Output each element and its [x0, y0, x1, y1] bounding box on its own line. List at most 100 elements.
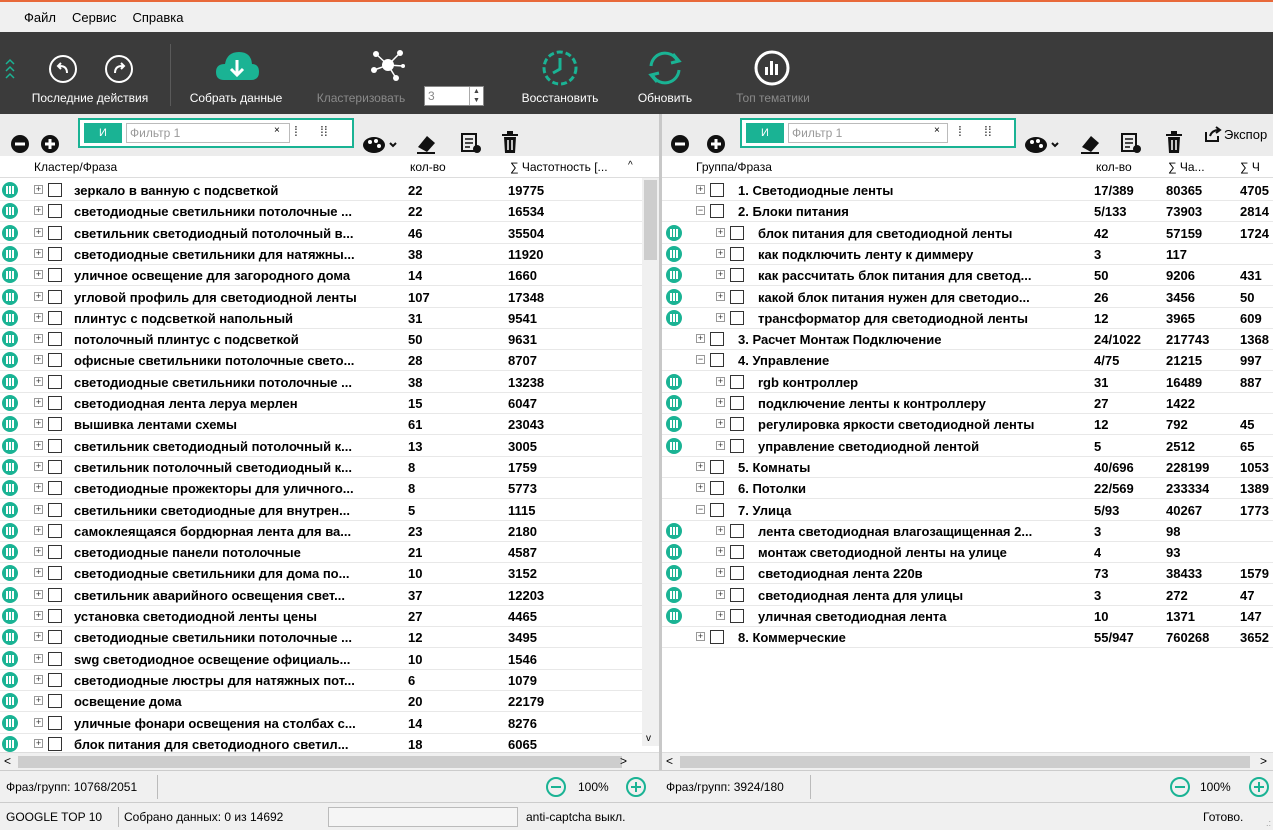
phrase-row[interactable]: + как подключить ленту к диммеру 3 117	[662, 244, 1273, 265]
table-row[interactable]: + уличные фонари освещения на столбах с..…	[0, 713, 659, 734]
collapse-chevrons-icon[interactable]	[4, 56, 16, 86]
row-checkbox[interactable]	[48, 715, 62, 730]
split-filter-icon[interactable]: ⁞	[294, 123, 298, 139]
expand-node-icon[interactable]: +	[34, 589, 43, 599]
export-button[interactable]: Экспор	[1200, 126, 1273, 146]
table-row[interactable]: + светодиодная лента леруа мерлен 15 6047	[0, 393, 659, 414]
group-row[interactable]: − 7. Улица 5/93 40267 1773	[662, 500, 1273, 521]
row-checkbox[interactable]	[48, 694, 62, 709]
left-filter-input[interactable]: Фильтр 1	[126, 123, 290, 143]
row-checkbox[interactable]	[730, 566, 744, 581]
expand-node-icon[interactable]: +	[716, 398, 725, 407]
row-checkbox[interactable]	[48, 609, 62, 623]
row-checkbox[interactable]	[48, 310, 62, 325]
row-checkbox[interactable]	[710, 332, 724, 347]
top-themes-button[interactable]: Топ тематики	[718, 32, 828, 114]
row-checkbox[interactable]	[48, 566, 62, 581]
expand-node-icon[interactable]: +	[34, 525, 43, 535]
expand-node-icon[interactable]: +	[34, 185, 43, 194]
group-row[interactable]: +8. Коммерческие 55/947 760268 3652	[662, 627, 1273, 649]
table-row[interactable]: + зеркало в ванную с подсветкой 22 19775	[0, 180, 659, 201]
cluster-stats-icon[interactable]	[2, 458, 18, 475]
cluster-stats-icon[interactable]	[2, 735, 18, 752]
cluster-stats-icon[interactable]	[2, 288, 18, 305]
expand-node-icon[interactable]: +	[34, 653, 43, 663]
cluster-stats-icon[interactable]	[2, 245, 18, 262]
group-stats-icon[interactable]	[666, 586, 682, 603]
table-row[interactable]: + плинтус с подсветкой напольный 31 9541	[0, 308, 659, 329]
col-extra-right[interactable]: ∑ Ч	[1240, 160, 1260, 174]
expand-node-icon[interactable]: +	[716, 547, 725, 557]
right-horizontal-scrollbar[interactable]: < >	[662, 752, 1273, 770]
expand-node-icon[interactable]: +	[34, 483, 43, 493]
table-row[interactable]: + потолочный плинтус с подсветкой 50 9631	[0, 329, 659, 351]
expand-node-icon[interactable]: +	[34, 461, 43, 471]
row-checkbox[interactable]	[48, 332, 62, 347]
left-vertical-scrollbar[interactable]: v	[642, 178, 659, 746]
expand-node-icon[interactable]: +	[34, 440, 43, 450]
row-checkbox[interactable]	[48, 672, 62, 687]
split-filter-icon-right[interactable]: ⁞	[958, 123, 962, 139]
row-checkbox[interactable]	[710, 353, 724, 368]
expand-node-icon[interactable]: +	[34, 419, 43, 429]
phrase-row[interactable]: + управление светодиодной лентой 5 2512 65	[662, 436, 1273, 457]
table-row[interactable]: + светодиодные прожекторы для уличного...…	[0, 478, 659, 500]
expand-node-icon[interactable]: +	[34, 227, 43, 237]
table-row[interactable]: + светильник светодиодный потолочный к...…	[0, 436, 659, 457]
left-hscroll-thumb[interactable]	[18, 756, 622, 768]
expand-node-icon[interactable]: +	[716, 227, 725, 237]
expand-node-icon[interactable]: +	[696, 334, 705, 344]
row-checkbox[interactable]	[710, 183, 724, 197]
row-checkbox[interactable]	[48, 268, 62, 283]
expand-node-icon[interactable]: +	[34, 547, 43, 557]
expand-node-icon[interactable]: +	[716, 270, 725, 280]
phrase-row[interactable]: + подключение ленты к контроллеру 27 1422	[662, 393, 1273, 414]
expand-node-icon[interactable]: +	[716, 291, 725, 301]
row-checkbox[interactable]	[710, 204, 724, 219]
refresh-button[interactable]: Обновить	[620, 32, 710, 114]
scroll-left-icon-right[interactable]: <	[666, 754, 673, 768]
expand-node-icon[interactable]: +	[34, 504, 43, 514]
cluster-stats-icon[interactable]	[2, 522, 18, 539]
right-hscroll-thumb[interactable]	[680, 756, 1250, 768]
phrase-row[interactable]: + как рассчитать блок питания для светод.…	[662, 265, 1273, 287]
phrase-row[interactable]: + лента светодиодная влагозащищенная 2...…	[662, 521, 1273, 542]
cluster-stats-icon[interactable]	[2, 182, 18, 198]
cluster-stats-icon[interactable]	[2, 331, 18, 348]
col-frequency[interactable]: ∑ Частотность [...	[510, 160, 608, 174]
row-checkbox[interactable]	[48, 353, 62, 368]
row-checkbox[interactable]	[48, 502, 62, 517]
resize-grip-icon[interactable]: .:	[1266, 818, 1271, 828]
expand-node-icon[interactable]: +	[34, 334, 43, 344]
clear-filter-icon-right[interactable]: ×	[934, 125, 940, 136]
cluster-stats-icon[interactable]	[2, 224, 18, 241]
row-checkbox[interactable]	[48, 246, 62, 261]
expand-node-icon[interactable]: +	[34, 376, 43, 386]
cluster-stats-icon[interactable]	[2, 416, 18, 433]
expand-node-icon[interactable]: +	[716, 419, 725, 429]
row-checkbox[interactable]	[730, 587, 744, 602]
expand-node-icon[interactable]: +	[716, 589, 725, 599]
row-checkbox[interactable]	[48, 736, 62, 751]
menu-file[interactable]: Файл	[24, 10, 56, 25]
row-checkbox[interactable]	[48, 289, 62, 304]
expand-node-icon[interactable]: +	[34, 312, 43, 322]
expand-node-icon[interactable]: +	[716, 312, 725, 322]
cluster-stats-icon[interactable]	[2, 671, 18, 688]
cluster-stats-icon[interactable]	[2, 373, 18, 390]
cluster-stats-icon[interactable]	[2, 650, 18, 667]
col-frequency-right[interactable]: ∑ Ча...	[1168, 160, 1205, 174]
row-checkbox[interactable]	[730, 289, 744, 304]
cluster-stats-icon[interactable]	[2, 544, 18, 561]
restore-button[interactable]: Восстановить	[500, 32, 620, 114]
group-stats-icon[interactable]	[666, 544, 682, 561]
table-row[interactable]: + светодиодные светильники потолочные ...…	[0, 372, 659, 393]
zoom-in-icon-right[interactable]	[1249, 777, 1269, 797]
group-stats-icon[interactable]	[666, 267, 682, 284]
group-stats-icon[interactable]	[666, 224, 682, 241]
row-checkbox[interactable]	[48, 396, 62, 410]
table-row[interactable]: + светодиодные светильники потолочные ...…	[0, 627, 659, 649]
group-stats-icon[interactable]	[666, 309, 682, 326]
zoom-in-icon[interactable]	[626, 777, 646, 797]
expand-node-icon[interactable]: −	[696, 206, 705, 216]
